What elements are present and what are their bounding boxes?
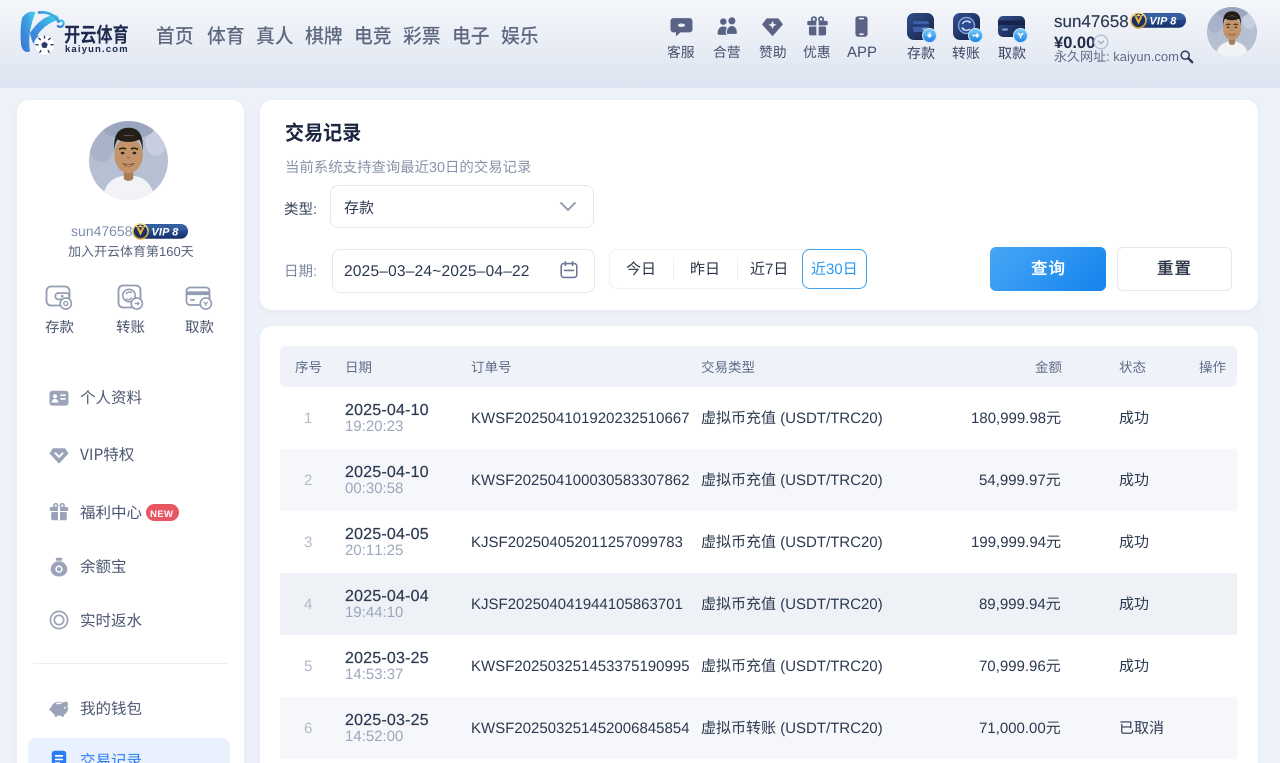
svg-text:VIP 8: VIP 8 [1150,15,1177,27]
svg-text:VIP 8: VIP 8 [152,226,179,238]
